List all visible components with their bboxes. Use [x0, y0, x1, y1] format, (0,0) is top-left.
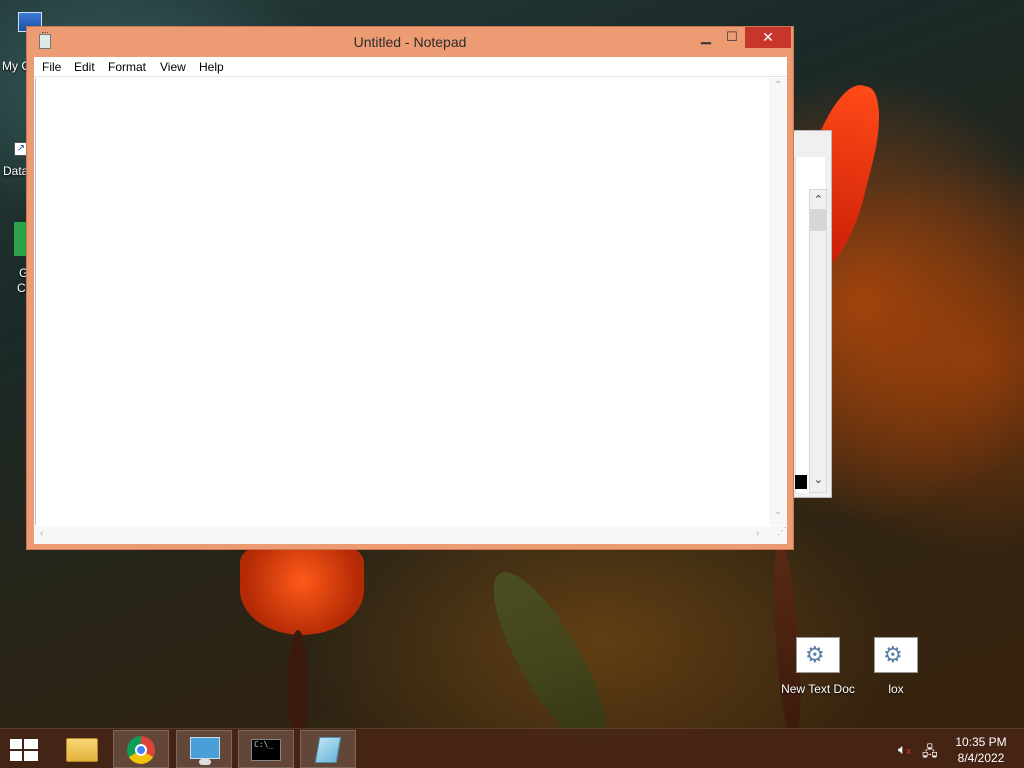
- menu-bar: File Edit Format View Help: [34, 57, 787, 77]
- background-window[interactable]: ⌃ ⌄: [792, 130, 832, 498]
- taskbar: C:\_ 🔈︎x 🖧︎ 10:35 PM 8/4/2022: [0, 728, 1024, 768]
- taskbar-control-panel[interactable]: [176, 730, 232, 768]
- scroll-up-icon[interactable]: ⌃: [814, 193, 823, 206]
- batch-file-icon: ⚙: [874, 637, 918, 673]
- desktop-icon-new-text-doc[interactable]: ⚙ New Text Doc: [778, 637, 858, 696]
- resize-grip-icon[interactable]: ⋰: [769, 526, 787, 544]
- text-editor[interactable]: [35, 78, 768, 525]
- taskbar-notepad[interactable]: [300, 730, 356, 768]
- menu-view[interactable]: View: [160, 60, 186, 74]
- windows-logo-icon: [10, 739, 22, 749]
- desktop-icon-lox[interactable]: ⚙ lox: [856, 637, 936, 696]
- desktop-icon-label: C: [17, 281, 26, 295]
- command-prompt-icon: C:\_: [251, 739, 281, 761]
- title-bar[interactable]: Untitled - Notepad ▁ ☐ ✕: [27, 27, 793, 57]
- horizontal-scrollbar[interactable]: ‹ ›: [34, 526, 769, 544]
- minimize-button[interactable]: ▁: [693, 27, 719, 48]
- clock-time: 10:35 PM: [955, 735, 1007, 749]
- desktop-icon-label: lox: [888, 682, 904, 696]
- wallpaper-stem: [288, 630, 308, 740]
- clock[interactable]: 10:35 PM 8/4/2022: [950, 734, 1012, 766]
- desktop-icon-label: Data: [3, 164, 29, 178]
- scroll-right-icon[interactable]: ›: [756, 528, 759, 539]
- menu-edit[interactable]: Edit: [74, 60, 95, 74]
- notepad-window[interactable]: Untitled - Notepad ▁ ☐ ✕ File Edit Forma…: [26, 26, 794, 550]
- scroll-up-icon[interactable]: ⌃: [774, 80, 782, 91]
- taskbar-chrome[interactable]: [113, 730, 169, 768]
- windows-logo-pane: [24, 739, 38, 749]
- start-button[interactable]: [10, 739, 38, 761]
- taskbar-command-prompt[interactable]: C:\_: [238, 730, 294, 768]
- control-panel-icon-stand: [199, 759, 211, 765]
- windows-logo-pane: [10, 751, 22, 761]
- scrollbar-thumb[interactable]: [810, 209, 826, 231]
- clock-date: 8/4/2022: [957, 751, 1005, 765]
- vertical-scrollbar[interactable]: ⌃ ⌄: [769, 78, 787, 525]
- notepad-client-area: File Edit Format View Help ⌃ ⌄ ‹ › ⋰: [34, 57, 787, 544]
- batch-file-icon: ⚙: [796, 637, 840, 673]
- maximize-button[interactable]: ☐: [719, 27, 745, 48]
- close-button[interactable]: ✕: [745, 27, 791, 48]
- file-explorer-icon: [66, 738, 98, 762]
- scroll-down-icon[interactable]: ⌄: [774, 506, 782, 517]
- wallpaper-tulip-bud: [240, 545, 364, 635]
- windows-logo-pane: [24, 751, 38, 761]
- scroll-left-icon[interactable]: ‹: [40, 528, 43, 539]
- background-window-scrollbar[interactable]: [809, 189, 827, 493]
- desktop-icon-label: New Text Doc: [781, 682, 855, 696]
- volume-muted-icon[interactable]: 🔈︎x: [898, 741, 911, 758]
- background-window-block: [795, 475, 807, 489]
- notepad-icon: [314, 737, 342, 763]
- menu-format[interactable]: Format: [108, 60, 146, 74]
- menu-file[interactable]: File: [42, 60, 61, 74]
- scroll-down-icon[interactable]: ⌄: [814, 473, 823, 486]
- chrome-icon: [127, 736, 155, 764]
- window-title: Untitled - Notepad: [353, 34, 467, 50]
- control-panel-icon: [190, 737, 220, 759]
- network-icon[interactable]: 🖧︎: [922, 741, 938, 765]
- menu-help[interactable]: Help: [199, 60, 224, 74]
- taskbar-file-explorer[interactable]: [54, 730, 110, 768]
